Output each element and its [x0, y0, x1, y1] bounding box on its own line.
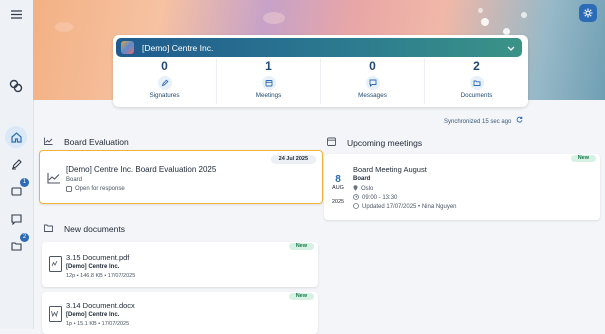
chat-icon[interactable]: [5, 208, 27, 230]
sync-status: Synchronized 15 sec ago: [444, 116, 523, 125]
upcoming-meetings-heading: Upcoming meetings: [327, 137, 422, 148]
document-company: [Demo] Centre Inc.: [66, 312, 120, 318]
settings-button[interactable]: [579, 4, 597, 22]
document-name: 3.15 Document.pdf: [66, 253, 130, 262]
meeting-month: AUG: [332, 185, 344, 191]
decorative-petal: [503, 28, 510, 35]
documents-label: Documents: [460, 92, 493, 99]
home-icon[interactable]: [5, 126, 27, 148]
signatures-label: Signatures: [149, 92, 180, 99]
board-evaluation-title: Board Evaluation: [64, 137, 129, 147]
stat-signatures[interactable]: 0 Signatures: [113, 58, 217, 104]
meeting-year: 2025: [331, 199, 345, 205]
meetings-count: 1: [265, 59, 272, 73]
upcoming-meetings-title: Upcoming meetings: [347, 137, 423, 148]
document-meta: 12p • 146.8 KB • 17/07/2025: [66, 273, 136, 279]
meeting-body: Board: [353, 176, 371, 182]
evaluation-status: Open for response: [66, 186, 125, 192]
chat-icon: [365, 76, 380, 90]
pdf-file-icon: [49, 256, 62, 272]
meeting-day: 8: [335, 174, 341, 185]
calendar-icon: [327, 137, 339, 148]
meeting-card[interactable]: New 8 AUG 2025 Board Meeting August Boar…: [324, 154, 600, 220]
pen-icon[interactable]: [5, 153, 27, 175]
stat-meetings[interactable]: 1 Meetings: [217, 58, 321, 104]
decorative-petal: [478, 8, 483, 13]
calendar-icon: [261, 76, 276, 90]
folder-icon: [469, 76, 484, 90]
document-meta: 1p • 15.1 KB • 17/07/2025: [66, 321, 130, 327]
evaluation-date: 24 Jul 2025: [270, 155, 316, 164]
company-logo: [121, 41, 134, 54]
board-evaluation-card[interactable]: 24 Jul 2025 [Demo] Centre Inc. Board Eva…: [39, 150, 323, 204]
location-pin-icon: [353, 185, 358, 193]
board-evaluation-heading: Board Evaluation: [44, 137, 129, 147]
document-name: 3.14 Document.docx: [66, 301, 135, 310]
decorative-petal: [55, 22, 73, 32]
info-icon: [353, 203, 359, 211]
new-documents-title: New documents: [64, 224, 125, 234]
document-card[interactable]: New 3.14 Document.docx [Demo] Centre Inc…: [42, 292, 318, 334]
meeting-location-text: Oslo: [361, 186, 374, 192]
menu-icon[interactable]: [5, 3, 27, 25]
meeting-updated-text: Updated 17/07/2025 • Nina Nguyen: [362, 204, 457, 210]
folder-icon: [44, 224, 56, 234]
gear-icon: [583, 8, 593, 18]
meeting-title: Board Meeting August: [353, 165, 427, 174]
evaluation-title: [Demo] Centre Inc. Board Evaluation 2025: [66, 165, 217, 174]
meeting-time-text: 09:00 - 13:30: [362, 195, 398, 201]
document-new-badge: New: [288, 293, 314, 300]
folder-icon[interactable]: 2: [5, 233, 29, 257]
app-logo-icon[interactable]: [5, 75, 27, 97]
signatures-count: 0: [161, 59, 168, 73]
messages-count: 0: [369, 59, 376, 73]
stat-messages[interactable]: 0 Messages: [321, 58, 425, 104]
word-file-icon: [49, 306, 62, 322]
left-navigation-rail: 1 2: [0, 0, 34, 329]
document-card[interactable]: New 3.15 Document.pdf [Demo] Centre Inc.…: [42, 242, 318, 287]
company-name: [Demo] Centre Inc.: [142, 42, 214, 53]
meetings-label: Meetings: [255, 92, 282, 99]
meeting-updated: Updated 17/07/2025 • Nina Nguyen: [353, 203, 457, 211]
sync-text: Synchronized 15 sec ago: [444, 119, 512, 125]
chevron-down-icon: [507, 43, 515, 53]
trend-icon: [47, 171, 61, 189]
open-status-icon: [66, 186, 72, 192]
new-documents-heading: New documents: [44, 224, 125, 234]
clock-icon: [353, 194, 359, 202]
decorative-petal: [481, 18, 489, 26]
inbox-icon[interactable]: 1: [5, 178, 29, 202]
evaluation-type: Board: [66, 177, 83, 183]
meeting-time: 09:00 - 13:30: [353, 194, 397, 202]
folders-badge: 2: [20, 233, 29, 242]
pen-icon: [157, 76, 172, 90]
company-selector[interactable]: [Demo] Centre Inc.: [116, 38, 522, 57]
stat-documents[interactable]: 2 Documents: [425, 58, 528, 104]
meeting-location: Oslo: [353, 185, 373, 193]
decorative-petal: [521, 12, 527, 18]
company-summary-card: [Demo] Centre Inc. 0 Signatures 1 Meetin…: [113, 35, 528, 107]
documents-count: 2: [473, 59, 480, 73]
meeting-new-badge: New: [570, 155, 596, 162]
inbox-badge: 1: [20, 178, 29, 187]
refresh-icon[interactable]: [516, 116, 523, 125]
messages-label: Messages: [358, 92, 387, 99]
chart-line-icon: [44, 137, 56, 147]
evaluation-status-text: Open for response: [75, 186, 125, 192]
document-new-badge: New: [288, 243, 314, 250]
document-company: [Demo] Centre Inc.: [66, 264, 120, 270]
decorative-petal: [263, 12, 285, 24]
meeting-date-block: 8 AUG 2025: [331, 174, 345, 205]
